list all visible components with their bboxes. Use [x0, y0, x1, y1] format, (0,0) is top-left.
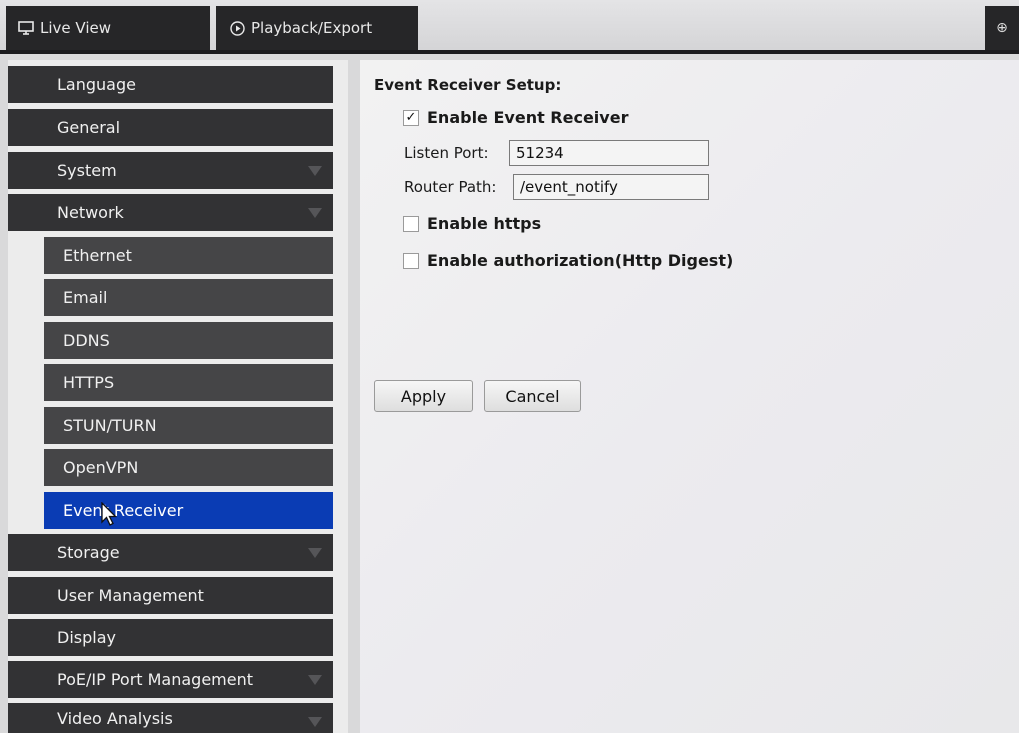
sidebar-item-https[interactable]: HTTPS	[44, 364, 333, 401]
sidebar-item-ddns[interactable]: DDNS	[44, 322, 333, 359]
sidebar-item-network[interactable]: Network	[8, 194, 333, 231]
sidebar-item-label: Ethernet	[63, 246, 132, 265]
sidebar-item-label: Network	[57, 203, 124, 222]
sidebar-item-label: Display	[57, 628, 116, 647]
sidebar-item-stun-turn[interactable]: STUN/TURN	[44, 407, 333, 444]
enable-https-label: Enable https	[427, 214, 542, 233]
enable-event-receiver-checkbox[interactable]: ✓ Enable Event Receiver	[403, 108, 628, 127]
sidebar-item-openvpn[interactable]: OpenVPN	[44, 449, 333, 486]
tab-playback-export-label: Playback/Export	[251, 19, 373, 37]
enable-authorization-checkbox[interactable]: Enable authorization(Http Digest)	[403, 251, 733, 270]
cancel-button[interactable]: Cancel	[484, 380, 581, 412]
top-bar: Live View Playback/Export ⊕	[0, 0, 1019, 52]
chevron-down-icon	[308, 166, 322, 176]
tab-live-view-label: Live View	[40, 19, 111, 37]
sidebar-item-label: DDNS	[63, 331, 110, 350]
checkbox-unchecked-icon[interactable]	[403, 215, 419, 232]
sidebar-item-label: HTTPS	[63, 373, 115, 392]
enable-event-receiver-label: Enable Event Receiver	[427, 108, 629, 127]
sidebar-item-ethernet[interactable]: Ethernet	[44, 237, 333, 274]
sidebar-item-video-analysis[interactable]: Video Analysis	[8, 703, 333, 733]
sidebar-item-label: Event Receiver	[63, 501, 184, 520]
monitor-icon	[18, 21, 34, 35]
chevron-down-icon	[308, 208, 322, 218]
sidebar-item-label: Storage	[57, 543, 120, 562]
sidebar-item-system[interactable]: System	[8, 152, 333, 189]
sidebar-item-label: System	[57, 161, 117, 180]
sidebar-item-label: Video Analysis	[57, 708, 173, 728]
listen-port-label: Listen Port:	[404, 144, 489, 162]
sidebar-item-general[interactable]: General	[8, 109, 333, 146]
sidebar-item-label: STUN/TURN	[63, 416, 157, 435]
enable-authorization-label: Enable authorization(Http Digest)	[427, 251, 734, 270]
router-path-input[interactable]	[513, 174, 709, 200]
sidebar-item-label: Language	[57, 75, 136, 94]
sidebar-item-poe-ip-port-management[interactable]: PoE/IP Port Management	[8, 661, 333, 698]
topbar-divider	[0, 50, 1019, 54]
checkbox-checked-icon[interactable]: ✓	[403, 109, 419, 126]
sidebar-item-storage[interactable]: Storage	[8, 534, 333, 571]
play-circle-icon	[230, 20, 245, 36]
sidebar-item-user-management[interactable]: User Management	[8, 577, 333, 614]
sidebar-item-label: OpenVPN	[63, 458, 139, 477]
apply-button[interactable]: Apply	[374, 380, 473, 412]
chevron-down-icon	[308, 548, 322, 558]
sidebar-item-label: Email	[63, 288, 108, 307]
router-path-label: Router Path:	[404, 178, 497, 196]
sidebar-item-label: General	[57, 118, 121, 137]
enable-https-checkbox[interactable]: Enable https	[403, 214, 541, 233]
sidebar-item-label: User Management	[57, 586, 204, 605]
sidebar-item-label: PoE/IP Port Management	[57, 670, 254, 689]
checkbox-unchecked-icon[interactable]	[403, 252, 419, 269]
sidebar-item-event-receiver[interactable]: Event Receiver	[44, 492, 333, 529]
tab-live-view[interactable]: Live View	[6, 6, 210, 50]
chevron-down-icon	[308, 717, 322, 727]
chevron-down-icon	[308, 675, 322, 685]
sidebar-item-display[interactable]: Display	[8, 619, 333, 656]
sidebar-item-language[interactable]: Language	[8, 66, 333, 103]
plus-circle-icon[interactable]: ⊕	[985, 6, 1019, 50]
mouse-cursor-icon	[101, 502, 118, 526]
sidebar-item-email[interactable]: Email	[44, 279, 333, 316]
listen-port-input[interactable]	[509, 140, 709, 166]
tab-playback-export[interactable]: Playback/Export	[216, 6, 418, 50]
page-title: Event Receiver Setup:	[374, 76, 562, 94]
